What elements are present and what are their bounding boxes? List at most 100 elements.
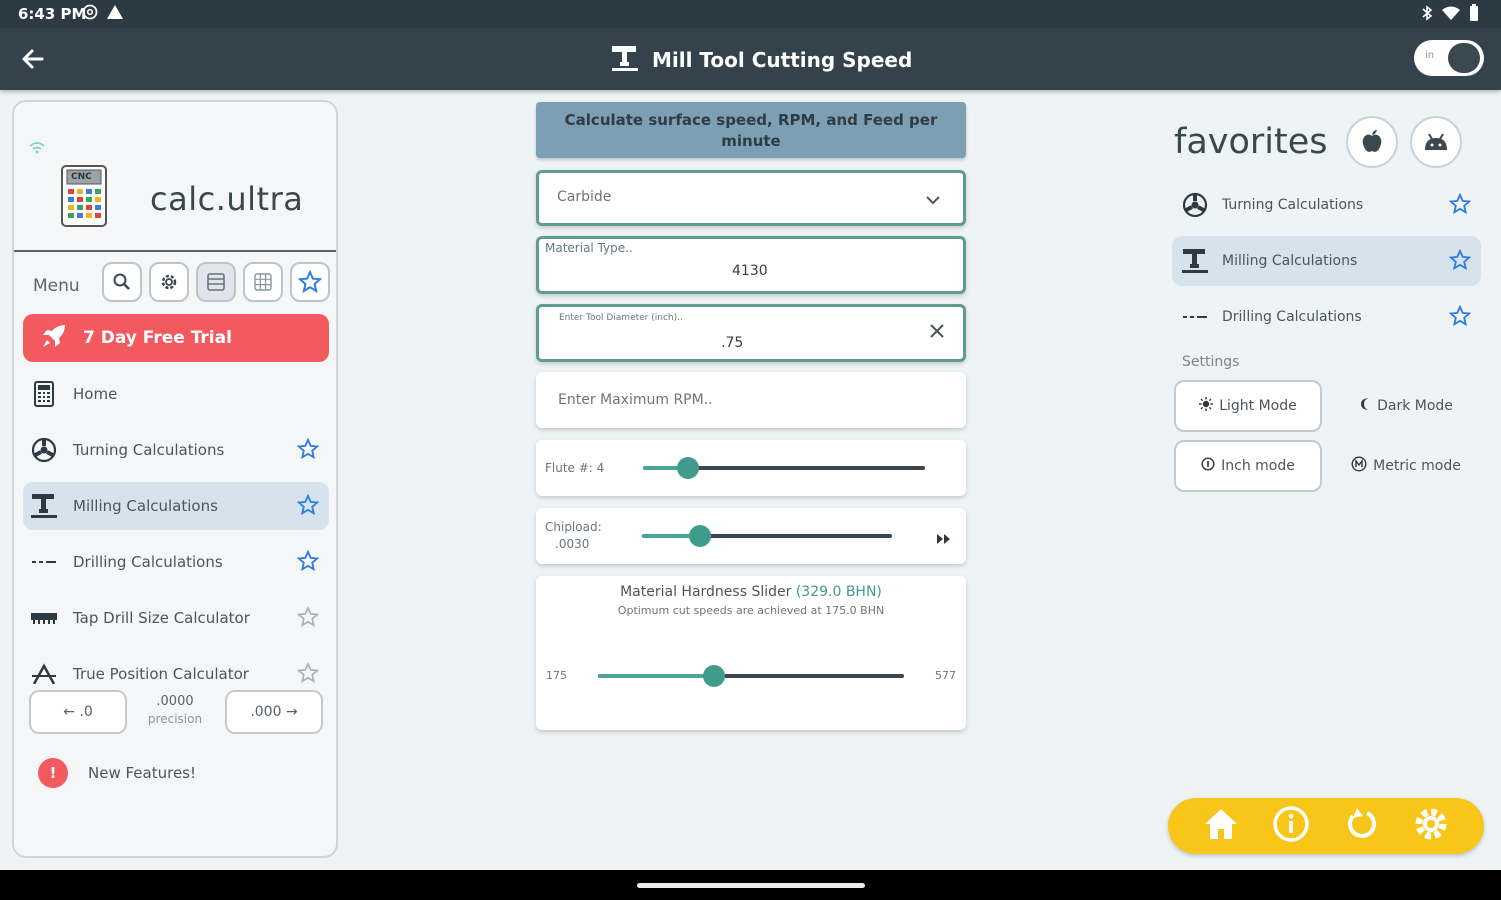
- favorite-item-milling[interactable]: Milling Calculations: [1172, 236, 1481, 286]
- moon-icon: [1359, 397, 1371, 415]
- close-icon[interactable]: [929, 323, 945, 343]
- sidebar-item-label: Home: [73, 385, 118, 403]
- flute-label: Flute #: 4: [545, 461, 605, 475]
- metric-mode-label: Metric mode: [1373, 458, 1461, 474]
- home-icon[interactable]: [1203, 807, 1239, 845]
- list-view-button[interactable]: [196, 262, 236, 302]
- home-gesture-handle[interactable]: [637, 883, 865, 888]
- chevron-down-icon: [925, 191, 941, 210]
- favorite-item-label: Turning Calculations: [1222, 197, 1364, 213]
- flute-slider[interactable]: [643, 457, 925, 479]
- calculator-logo-icon: CNC: [60, 164, 108, 228]
- back-arrow-icon[interactable]: [20, 46, 48, 72]
- max-rpm-placeholder: Enter Maximum RPM..: [558, 392, 713, 408]
- wifi-icon: [1441, 5, 1461, 25]
- precision-caption: precision: [147, 712, 203, 726]
- favorites-button[interactable]: [290, 262, 330, 302]
- chipload-slider[interactable]: [642, 525, 892, 547]
- sidebar-item-tap-drill[interactable]: Tap Drill Size Calculator: [23, 594, 329, 642]
- chipload-slider-thumb[interactable]: [688, 525, 711, 547]
- favorite-item-label: Milling Calculations: [1222, 253, 1358, 269]
- precision-controls: ← .0 .0000 precision .000 →: [14, 690, 336, 738]
- new-features-label: New Features!: [88, 764, 196, 782]
- sidebar-item-milling[interactable]: Milling Calculations: [23, 482, 329, 530]
- settings-button[interactable]: [149, 262, 189, 302]
- material-type-field[interactable]: Material Type.. 4130: [536, 236, 966, 294]
- brand-name: calc.ultra: [150, 180, 304, 218]
- inch-mode-button[interactable]: Inch mode: [1174, 440, 1322, 492]
- alert-triangle-icon: [106, 4, 124, 24]
- toggle-knob: [1448, 43, 1480, 73]
- sidebar-item-label: Milling Calculations: [73, 497, 218, 515]
- hardness-slider[interactable]: [598, 665, 904, 687]
- star-icon[interactable]: [296, 549, 320, 576]
- sidebar-item-drilling[interactable]: Drilling Calculations: [23, 538, 329, 586]
- hardness-max: 577: [935, 669, 956, 682]
- flute-slider-card: Flute #: 4: [536, 440, 966, 496]
- hardness-slider-thumb[interactable]: [703, 665, 726, 687]
- android-button[interactable]: [1410, 116, 1462, 168]
- mill-tool-icon: [29, 493, 59, 519]
- gear-icon[interactable]: [1412, 805, 1450, 847]
- increase-precision-button[interactable]: .000 →: [225, 690, 323, 734]
- light-mode-button[interactable]: Light Mode: [1174, 380, 1322, 432]
- star-outline-icon[interactable]: [296, 605, 320, 632]
- sidebar-item-home[interactable]: Home: [23, 370, 329, 418]
- metric-mode-button[interactable]: Metric mode: [1332, 440, 1480, 492]
- favorite-item-drilling[interactable]: Drilling Calculations: [1172, 292, 1481, 342]
- fast-forward-icon[interactable]: [936, 530, 952, 549]
- info-icon[interactable]: [1272, 805, 1310, 847]
- search-icon: [113, 273, 130, 290]
- decrease-precision-button[interactable]: ← .0: [29, 690, 127, 734]
- sidebar-item-label: Tap Drill Size Calculator: [73, 609, 250, 627]
- new-features-link[interactable]: ! New Features!: [38, 758, 196, 788]
- apple-button[interactable]: [1346, 116, 1398, 168]
- material-type-label: Material Type..: [545, 241, 633, 255]
- chipload-slider-card: Chipload: .0030: [536, 508, 966, 564]
- page-title: Mill Tool Cutting Speed: [652, 48, 913, 72]
- sidebar-item-turning[interactable]: Turning Calculations: [23, 426, 329, 474]
- star-icon[interactable]: [296, 493, 320, 520]
- mill-tool-icon: [610, 44, 640, 76]
- logo-text: CNC: [71, 172, 92, 182]
- sidebar: CNC calc.ultra Menu 7 Day Free Trial Hom…: [12, 100, 338, 858]
- hardness-subtitle: Optimum cut speeds are achieved at 175.0…: [617, 604, 885, 617]
- inch-icon: [1201, 457, 1215, 475]
- list-view-icon: [207, 273, 225, 291]
- star-outline-icon[interactable]: [296, 661, 320, 684]
- menu-label: Menu: [33, 276, 80, 296]
- star-icon[interactable]: [296, 437, 320, 464]
- search-button[interactable]: [102, 262, 142, 302]
- calculator-icon: [29, 381, 59, 407]
- star-icon[interactable]: [1448, 248, 1472, 275]
- chipload-label: Chipload:: [545, 520, 602, 534]
- sidebar-item-label: True Position Calculator: [73, 665, 249, 683]
- flute-slider-thumb[interactable]: [677, 457, 700, 479]
- sidebar-item-true-position[interactable]: True Position Calculator: [23, 650, 329, 684]
- tool-material-dropdown[interactable]: Carbide: [536, 170, 966, 226]
- tool-diameter-field[interactable]: Enter Tool Diameter (inch).. .75: [536, 304, 966, 362]
- favorite-item-turning[interactable]: Turning Calculations: [1172, 180, 1481, 230]
- bluetooth-icon: [1421, 5, 1433, 25]
- grid-view-button[interactable]: [243, 262, 283, 302]
- status-time: 6:43 PM: [18, 5, 87, 23]
- battery-icon: [1469, 4, 1479, 26]
- unit-toggle[interactable]: in: [1414, 40, 1484, 76]
- star-icon[interactable]: [1448, 192, 1472, 219]
- free-trial-button[interactable]: 7 Day Free Trial: [23, 314, 329, 362]
- trial-label: 7 Day Free Trial: [83, 328, 232, 348]
- apple-icon: [1362, 130, 1382, 152]
- gear-icon: [161, 274, 177, 290]
- app-bar: Mill Tool Cutting Speed in: [0, 28, 1501, 90]
- bottom-action-bar: [1168, 798, 1484, 854]
- dark-mode-button[interactable]: Dark Mode: [1332, 380, 1480, 432]
- max-rpm-field[interactable]: Enter Maximum RPM..: [536, 372, 966, 428]
- star-icon[interactable]: [1448, 304, 1472, 331]
- tool-diameter-label: Enter Tool Diameter (inch)..: [559, 313, 683, 323]
- true-position-icon: [29, 662, 59, 684]
- mill-tool-icon: [1180, 248, 1210, 274]
- favorite-item-label: Drilling Calculations: [1222, 309, 1362, 325]
- hardness-slider-fill: [598, 674, 715, 678]
- tool-material-value: Carbide: [557, 189, 612, 205]
- reset-icon[interactable]: [1343, 806, 1379, 846]
